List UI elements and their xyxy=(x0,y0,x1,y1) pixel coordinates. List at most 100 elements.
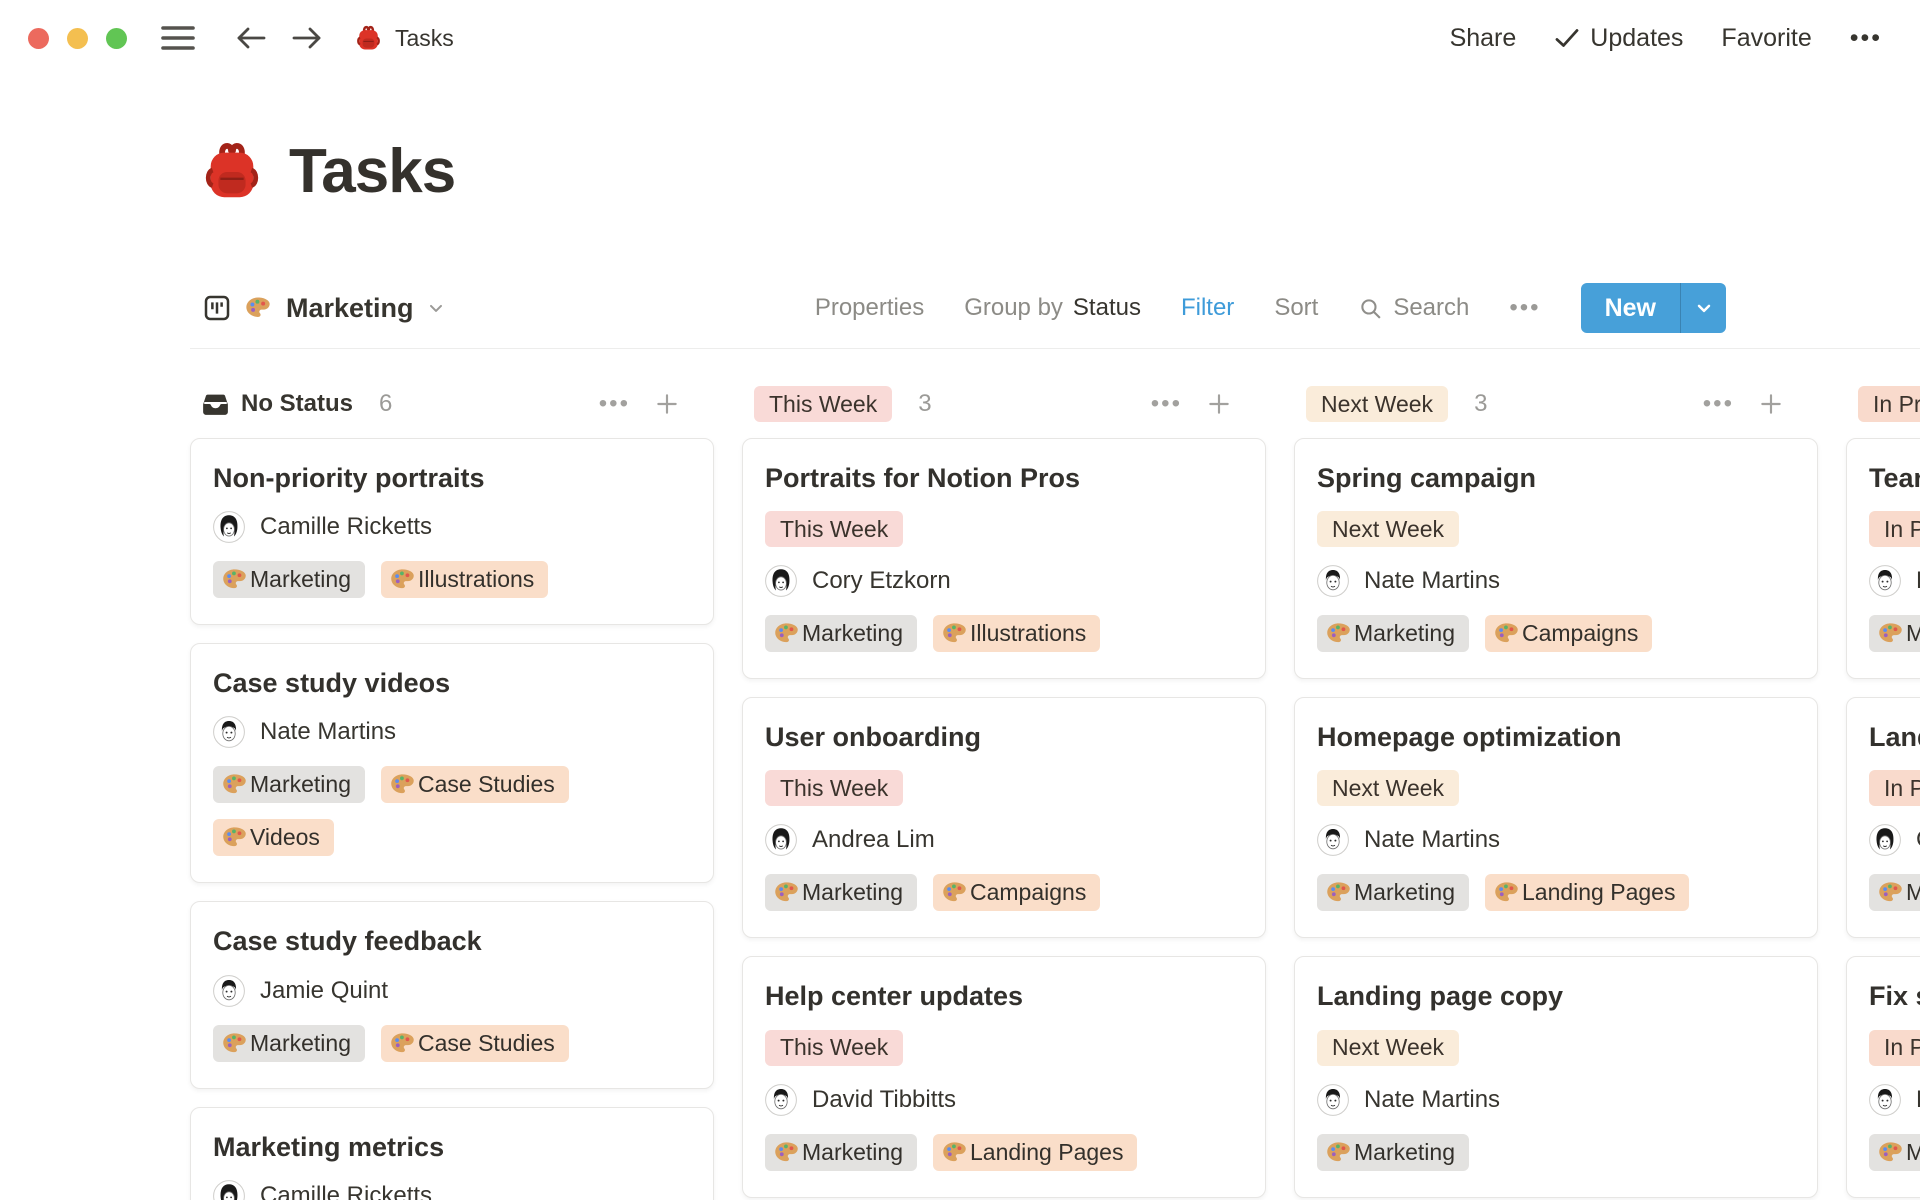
search-button[interactable]: Search xyxy=(1358,294,1469,322)
column-status-pill: This Week xyxy=(754,386,892,422)
more-options-icon[interactable]: ••• xyxy=(1850,24,1882,53)
tag-label: Marketing xyxy=(1354,879,1455,906)
tag-list: Marketing Illustrations xyxy=(213,561,548,598)
add-card-button[interactable] xyxy=(654,391,680,417)
palette-emoji-icon xyxy=(244,294,272,322)
column-title: No Status xyxy=(241,390,353,418)
person-name: Jamie Quint xyxy=(260,977,388,1005)
column-header-this-week: This Week3••• xyxy=(742,386,1266,422)
tag-pill: M xyxy=(1869,615,1920,652)
tag-list: Marketing Landing Pages xyxy=(1317,874,1689,911)
page-icon-backpack[interactable] xyxy=(201,141,263,203)
filter-button[interactable]: Filter xyxy=(1181,294,1234,322)
new-button[interactable]: New xyxy=(1581,283,1680,333)
palette-icon xyxy=(1877,620,1904,647)
card[interactable]: Spring campaignNext WeekNate MartinsMark… xyxy=(1294,438,1818,679)
avatar xyxy=(213,975,245,1007)
assignee: Camille Ricketts xyxy=(213,1180,432,1200)
card-title: Fix s xyxy=(1869,981,1920,1011)
card[interactable]: Fix sIn PDM xyxy=(1846,956,1920,1197)
palette-icon xyxy=(773,1139,800,1166)
back-arrow-icon[interactable] xyxy=(235,24,267,52)
tag-pill: Campaigns xyxy=(1485,615,1652,652)
assignee: Jamie Quint xyxy=(213,975,388,1007)
person-name: Camille Ricketts xyxy=(260,513,432,541)
card[interactable]: TearIn PDM xyxy=(1846,438,1920,679)
tag-pill: Landing Pages xyxy=(1485,874,1689,911)
tag-pill: Illustrations xyxy=(933,615,1100,652)
column-controls: ••• xyxy=(1703,390,1784,418)
forward-arrow-icon[interactable] xyxy=(291,24,323,52)
palette-icon xyxy=(1877,879,1904,906)
column-status-pill: Next Week xyxy=(1306,386,1448,422)
tag-label: Marketing xyxy=(802,1139,903,1166)
card[interactable]: Case study videosNate MartinsMarketingCa… xyxy=(190,643,714,883)
person-name: Nate Martins xyxy=(1364,567,1500,595)
avatar xyxy=(765,565,797,597)
add-card-button[interactable] xyxy=(1206,391,1232,417)
tag-label: Landing Pages xyxy=(1522,879,1675,906)
board-column-this-week: This Week3•••Portraits for Notion ProsTh… xyxy=(742,386,1266,1198)
assignee: Nate Martins xyxy=(213,716,396,748)
card-title: User onboarding xyxy=(765,722,981,752)
group-by-button[interactable]: Group byStatus xyxy=(964,294,1141,322)
tag-label: Marketing xyxy=(250,771,351,798)
tag-pill: Marketing xyxy=(1317,615,1469,652)
tag-pill: Marketing xyxy=(1317,874,1469,911)
column-more-icon[interactable]: ••• xyxy=(599,390,630,418)
tag-label: Case Studies xyxy=(418,771,555,798)
plus-icon xyxy=(1206,391,1232,417)
tag-pill: Marketing xyxy=(765,1134,917,1171)
card[interactable]: User onboardingThis WeekAndrea LimMarket… xyxy=(742,697,1266,938)
palette-icon xyxy=(389,771,416,798)
card[interactable]: Homepage optimizationNext WeekNate Marti… xyxy=(1294,697,1818,938)
tag-label: M xyxy=(1906,620,1920,647)
view-more-icon[interactable]: ••• xyxy=(1509,294,1540,322)
card[interactable]: Landing page copyNext WeekNate MartinsMa… xyxy=(1294,956,1818,1197)
close-window-button[interactable] xyxy=(28,28,49,49)
board-view-icon xyxy=(202,293,232,323)
tag-label: Campaigns xyxy=(970,879,1086,906)
card[interactable]: Case study feedbackJamie QuintMarketingC… xyxy=(190,901,714,1088)
board-column-no-status: No Status6•••Non-priority portraitsCamil… xyxy=(190,386,714,1200)
column-more-icon[interactable]: ••• xyxy=(1703,390,1734,418)
add-card-button[interactable] xyxy=(1758,391,1784,417)
favorite-button[interactable]: Favorite xyxy=(1721,24,1811,53)
card[interactable]: Help center updatesThis WeekDavid Tibbit… xyxy=(742,956,1266,1197)
tag-label: Landing Pages xyxy=(970,1139,1123,1166)
tag-label: M xyxy=(1906,879,1920,906)
tag-list: M xyxy=(1869,615,1920,652)
minimize-window-button[interactable] xyxy=(67,28,88,49)
assignee: Nate Martins xyxy=(1317,1084,1500,1116)
person-name: D xyxy=(1916,1086,1920,1114)
view-toolbar: Marketing Properties Group byStatus Filt… xyxy=(202,282,1726,334)
card-title: Land xyxy=(1869,722,1920,752)
properties-button[interactable]: Properties xyxy=(815,294,924,322)
tag-pill: Marketing xyxy=(213,561,365,598)
palette-icon xyxy=(221,771,248,798)
inbox-icon xyxy=(202,391,229,418)
plus-icon xyxy=(654,391,680,417)
zoom-window-button[interactable] xyxy=(106,28,127,49)
new-dropdown-chevron-icon[interactable] xyxy=(1680,283,1726,333)
updates-button[interactable]: Updates xyxy=(1554,24,1683,53)
palette-icon xyxy=(773,879,800,906)
column-cards: Spring campaignNext WeekNate MartinsMark… xyxy=(1294,438,1818,1198)
column-controls: ••• xyxy=(1151,390,1232,418)
person-name: D xyxy=(1916,567,1920,595)
page-title[interactable]: Tasks xyxy=(289,136,455,207)
card-title: Tear xyxy=(1869,463,1920,493)
tag-label: Illustrations xyxy=(418,566,534,593)
card-title: Portraits for Notion Pros xyxy=(765,463,1080,493)
palette-icon xyxy=(221,824,248,851)
sort-button[interactable]: Sort xyxy=(1274,294,1318,322)
card[interactable]: LandIn PCMLa xyxy=(1846,697,1920,938)
column-more-icon[interactable]: ••• xyxy=(1151,390,1182,418)
sidebar-menu-icon[interactable] xyxy=(161,24,195,52)
window-controls xyxy=(28,28,127,49)
card[interactable]: Non-priority portraitsCamille RickettsMa… xyxy=(190,438,714,625)
share-button[interactable]: Share xyxy=(1450,24,1517,53)
card[interactable]: Marketing metricsCamille Ricketts xyxy=(190,1107,714,1200)
card[interactable]: Portraits for Notion ProsThis WeekCory E… xyxy=(742,438,1266,679)
view-switcher[interactable]: Marketing xyxy=(202,293,446,324)
